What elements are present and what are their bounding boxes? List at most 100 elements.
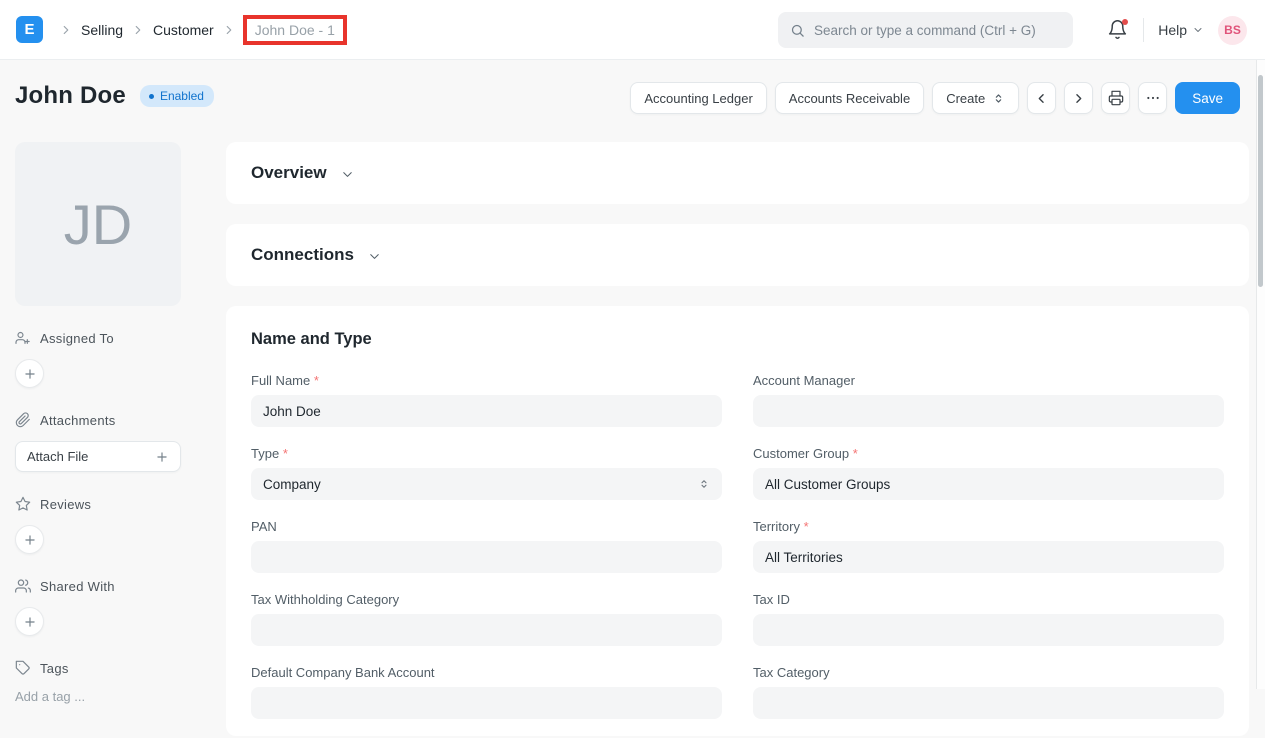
vertical-scrollbar[interactable]	[1256, 0, 1265, 689]
search-placeholder: Search or type a command (Ctrl + G)	[814, 23, 1036, 38]
navbar: E Selling Customer John Doe - 1 Search o…	[0, 0, 1265, 60]
plus-icon	[23, 533, 37, 547]
required-asterisk: *	[314, 373, 319, 388]
chevron-down-icon	[367, 249, 382, 264]
type-select[interactable]: Company	[251, 468, 722, 500]
add-tag-input[interactable]: Add a tag ...	[15, 689, 181, 704]
help-label: Help	[1158, 22, 1187, 38]
full-name-label: Full Name	[251, 373, 310, 388]
account-manager-field: Account Manager	[753, 373, 1224, 427]
tax-category-input[interactable]	[753, 687, 1224, 719]
status-badge: Enabled	[140, 85, 214, 107]
sort-carets-icon	[992, 92, 1005, 105]
plus-icon	[23, 367, 37, 381]
tax-withholding-category-input[interactable]	[251, 614, 722, 646]
full-name-field: Full Name *	[251, 373, 722, 427]
reviews-label: Reviews	[40, 497, 91, 512]
save-button[interactable]: Save	[1175, 82, 1240, 114]
tax-category-field: Tax Category	[753, 665, 1224, 719]
default-company-bank-account-label: Default Company Bank Account	[251, 665, 435, 680]
pan-field: PAN	[251, 519, 722, 573]
search-icon	[790, 23, 805, 38]
default-company-bank-account-input[interactable]	[251, 687, 722, 719]
tax-id-field: Tax ID	[753, 592, 1224, 646]
plus-icon	[23, 615, 37, 629]
page-title: John Doe	[15, 82, 126, 110]
divider	[1143, 18, 1144, 42]
star-icon	[15, 496, 31, 512]
type-selected-value: Company	[263, 477, 321, 492]
pan-label: PAN	[251, 519, 277, 534]
territory-input[interactable]	[753, 541, 1224, 573]
chevron-right-icon	[1071, 91, 1086, 106]
customer-group-input[interactable]	[753, 468, 1224, 500]
print-button[interactable]	[1101, 82, 1130, 114]
attachments-section: Attachments Attach File	[15, 412, 181, 472]
breadcrumb-selling[interactable]: Selling	[77, 22, 127, 38]
page-head: John Doe Enabled Accounting Ledger Accou…	[0, 60, 1250, 136]
previous-document-button[interactable]	[1027, 82, 1056, 114]
breadcrumb-current-doc[interactable]: John Doe - 1	[255, 22, 335, 38]
section-name-and-type: Name and Type Full Name * Type *	[226, 306, 1249, 736]
form-sidebar: JD Assigned To Attachments Attach File R…	[15, 142, 181, 704]
erpnext-logo-icon[interactable]: E	[16, 16, 43, 43]
add-assignment-button[interactable]	[15, 359, 44, 388]
shared-with-label: Shared With	[40, 579, 115, 594]
accounting-ledger-button[interactable]: Accounting Ledger	[630, 82, 766, 114]
tax-id-label: Tax ID	[753, 592, 790, 607]
notifications-bell-icon[interactable]	[1107, 19, 1129, 41]
customer-group-label: Customer Group	[753, 446, 849, 461]
section-overview[interactable]: Overview	[226, 142, 1249, 204]
next-document-button[interactable]	[1064, 82, 1093, 114]
customer-group-field: Customer Group *	[753, 446, 1224, 500]
user-plus-icon	[15, 330, 31, 346]
breadcrumb: Selling Customer John Doe - 1	[55, 15, 347, 45]
sort-carets-icon	[698, 478, 710, 490]
chevron-right-icon	[131, 23, 145, 37]
chevron-right-icon	[59, 23, 73, 37]
pan-input[interactable]	[251, 541, 722, 573]
breadcrumb-customer[interactable]: Customer	[149, 22, 218, 38]
attach-file-button[interactable]: Attach File	[15, 441, 181, 472]
overview-section-title: Overview	[251, 163, 327, 183]
name-and-type-section-title: Name and Type	[251, 330, 1224, 349]
add-review-button[interactable]	[15, 525, 44, 554]
type-label: Type	[251, 446, 279, 461]
tax-id-input[interactable]	[753, 614, 1224, 646]
tag-icon	[15, 660, 31, 676]
printer-icon	[1108, 90, 1124, 106]
add-share-button[interactable]	[15, 607, 44, 636]
reviews-section: Reviews	[15, 496, 181, 554]
user-avatar[interactable]: BS	[1218, 16, 1247, 45]
required-asterisk: *	[853, 446, 858, 461]
account-manager-label: Account Manager	[753, 373, 855, 388]
global-search-input[interactable]: Search or type a command (Ctrl + G)	[778, 12, 1073, 48]
default-company-bank-account-field: Default Company Bank Account	[251, 665, 722, 719]
plus-icon	[155, 450, 169, 464]
tags-label: Tags	[40, 661, 69, 676]
full-name-input[interactable]	[251, 395, 722, 427]
status-badge-label: Enabled	[160, 89, 204, 103]
create-label: Create	[946, 91, 985, 106]
status-dot-icon	[149, 94, 154, 99]
territory-field: Territory *	[753, 519, 1224, 573]
territory-label: Territory	[753, 519, 800, 534]
form-column-right: Account Manager Customer Group *	[753, 373, 1224, 738]
chevron-down-icon	[1192, 24, 1204, 36]
accounts-receivable-button[interactable]: Accounts Receivable	[775, 82, 924, 114]
tax-withholding-category-label: Tax Withholding Category	[251, 592, 399, 607]
account-manager-input[interactable]	[753, 395, 1224, 427]
required-asterisk: *	[283, 446, 288, 461]
chevron-left-icon	[1034, 91, 1049, 106]
users-icon	[15, 578, 31, 594]
section-connections[interactable]: Connections	[226, 224, 1249, 286]
shared-with-section: Shared With	[15, 578, 181, 636]
customer-image-placeholder[interactable]: JD	[15, 142, 181, 306]
menu-more-button[interactable]	[1138, 82, 1167, 114]
scrollbar-thumb[interactable]	[1258, 75, 1263, 287]
help-menu[interactable]: Help	[1158, 22, 1204, 38]
chevron-right-icon	[222, 23, 236, 37]
type-field: Type * Company	[251, 446, 722, 500]
ellipsis-icon	[1145, 90, 1161, 106]
create-dropdown-button[interactable]: Create	[932, 82, 1019, 114]
